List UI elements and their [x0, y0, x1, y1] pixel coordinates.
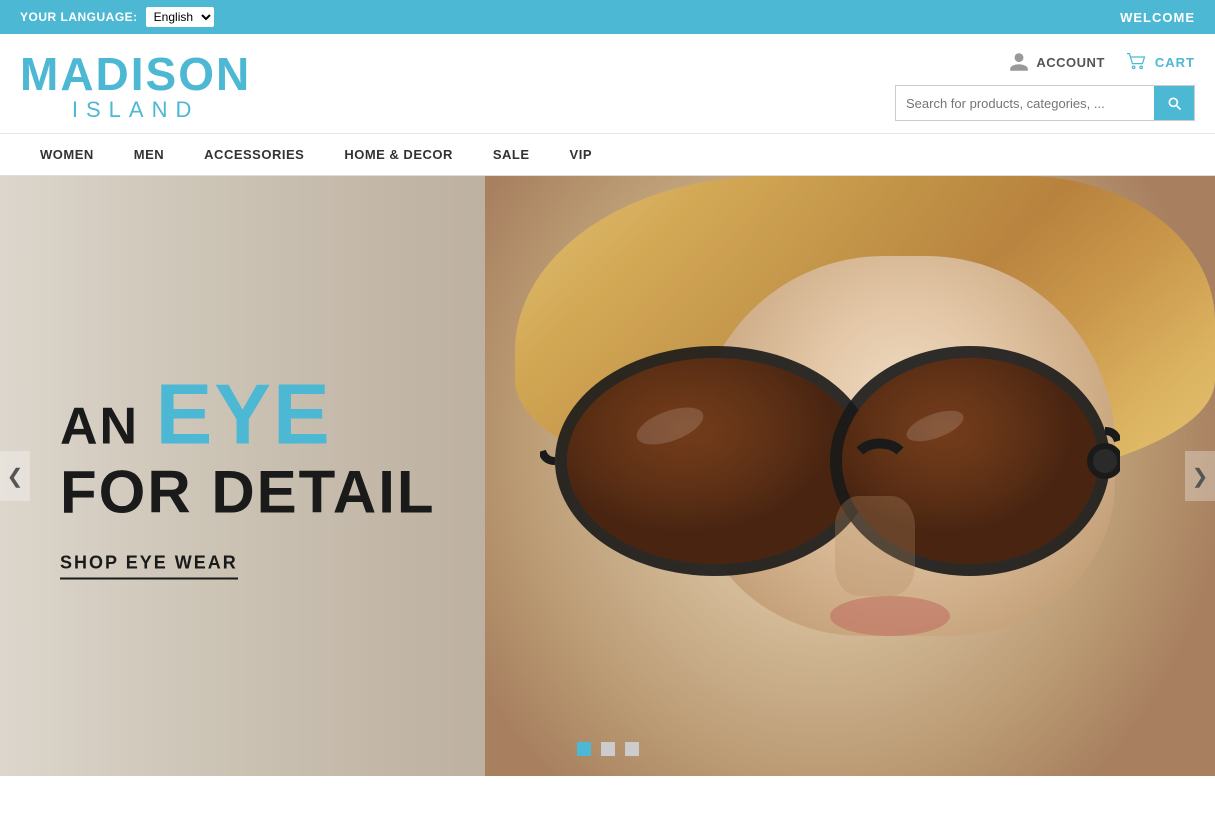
- hero-for-detail-text: FOR DETAIL: [60, 463, 436, 523]
- search-button[interactable]: [1154, 86, 1194, 120]
- slider-dot-2[interactable]: [601, 742, 615, 756]
- language-dropdown[interactable]: English: [146, 7, 214, 27]
- nav-item-women[interactable]: WOMEN: [20, 134, 114, 175]
- account-icon: [1008, 51, 1030, 73]
- slider-arrow-left[interactable]: ❮: [0, 451, 30, 501]
- welcome-text: WELCOME: [1120, 10, 1195, 25]
- nose-area: [835, 496, 915, 596]
- header-actions: ACCOUNT CART: [1008, 51, 1195, 73]
- hero-banner: AN EYE FOR DETAIL SHOP EYE WEAR ❮ ❯: [0, 176, 1215, 776]
- cart-link[interactable]: CART: [1125, 52, 1195, 72]
- cart-icon: [1125, 52, 1149, 72]
- account-label: ACCOUNT: [1036, 55, 1105, 70]
- hero-image: [435, 176, 1215, 776]
- hero-line-an-eye: AN EYE: [60, 373, 436, 458]
- site-header: MADISON ISLAND ACCOUNT CART: [0, 34, 1215, 134]
- lips-area: [830, 596, 950, 636]
- slider-dot-3[interactable]: [625, 742, 639, 756]
- sunglasses-svg: [540, 331, 1120, 591]
- hero-cta-button[interactable]: SHOP EYE WEAR: [60, 553, 238, 580]
- slider-dots: [577, 742, 639, 756]
- account-link[interactable]: ACCOUNT: [1008, 51, 1105, 73]
- hero-text-block: AN EYE FOR DETAIL SHOP EYE WEAR: [60, 373, 436, 580]
- nav-item-home-decor[interactable]: HOME & DECOR: [324, 134, 473, 175]
- header-right: ACCOUNT CART: [895, 51, 1195, 121]
- cart-label: CART: [1155, 55, 1195, 70]
- slider-dot-1[interactable]: [577, 742, 591, 756]
- language-selector[interactable]: YOUR LANGUAGE: English: [20, 7, 214, 27]
- search-input[interactable]: [896, 86, 1154, 120]
- main-nav: WOMEN MEN ACCESSORIES HOME & DECOR SALE …: [0, 134, 1215, 176]
- nav-item-sale[interactable]: SALE: [473, 134, 550, 175]
- logo-madison: MADISON: [20, 51, 251, 97]
- language-label: YOUR LANGUAGE:: [20, 10, 138, 24]
- nav-item-vip[interactable]: VIP: [550, 134, 612, 175]
- hero-eye-text: EYE: [156, 368, 332, 463]
- search-bar: [895, 85, 1195, 121]
- hero-an-text: AN: [60, 398, 139, 456]
- site-logo[interactable]: MADISON ISLAND: [20, 51, 251, 121]
- nav-item-men[interactable]: MEN: [114, 134, 184, 175]
- logo-island: ISLAND: [20, 99, 251, 121]
- search-icon: [1166, 95, 1182, 111]
- top-bar: YOUR LANGUAGE: English WELCOME: [0, 0, 1215, 34]
- slider-arrow-right[interactable]: ❯: [1185, 451, 1215, 501]
- nav-item-accessories[interactable]: ACCESSORIES: [184, 134, 324, 175]
